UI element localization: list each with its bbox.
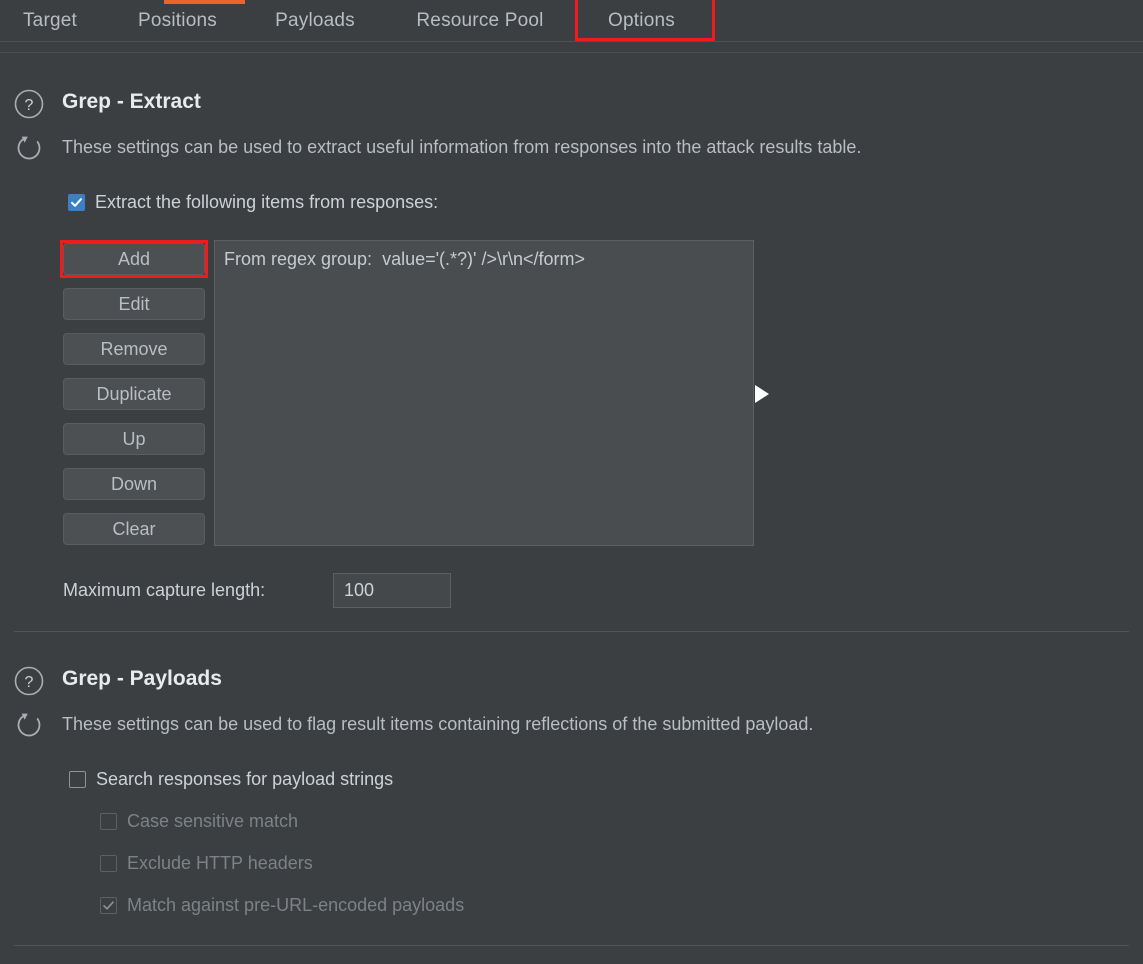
search-responses-label: Search responses for payload strings	[96, 769, 393, 790]
section-divider-bottom	[14, 945, 1129, 946]
duplicate-button[interactable]: Duplicate	[63, 378, 205, 410]
checkmark-icon	[70, 196, 83, 209]
extract-enable-checkbox-row[interactable]: Extract the following items from respons…	[68, 192, 438, 213]
tab-resource-pool[interactable]: Resource Pool	[398, 0, 562, 42]
grep-payloads-title: Grep - Payloads	[62, 667, 222, 691]
case-sensitive-checkbox[interactable]	[100, 813, 117, 830]
question-circle-icon-payloads[interactable]: ?	[12, 664, 46, 698]
burp-intruder-options-panel: Target Positions Payloads Resource Pool …	[0, 0, 1143, 964]
tab-payloads-label: Payloads	[275, 10, 355, 32]
tab-bar-underline	[0, 41, 1143, 42]
add-button-label: Add	[118, 249, 150, 270]
reset-circular-arrow-icon-extract[interactable]	[12, 131, 46, 165]
extract-enable-checkbox[interactable]	[68, 194, 85, 211]
tab-options-label: Options	[608, 10, 675, 32]
max-capture-length-label: Maximum capture length:	[63, 580, 265, 601]
up-button-label: Up	[122, 429, 145, 450]
remove-button-label: Remove	[100, 339, 167, 360]
extract-items-list[interactable]: From regex group: value='(.*?)' />\r\n</…	[214, 240, 754, 546]
tab-target-label: Target	[23, 10, 77, 32]
svg-text:?: ?	[25, 674, 34, 691]
search-responses-checkbox-row[interactable]: Search responses for payload strings	[69, 769, 393, 790]
match-pre-url-encoded-label: Match against pre-URL-encoded payloads	[127, 895, 464, 916]
grep-extract-title: Grep - Extract	[62, 90, 201, 114]
tab-payloads[interactable]: Payloads	[258, 0, 372, 42]
grep-extract-description: These settings can be used to extract us…	[62, 137, 861, 158]
tab-resource-pool-label: Resource Pool	[416, 10, 543, 32]
case-sensitive-checkbox-row[interactable]: Case sensitive match	[100, 811, 298, 832]
down-button[interactable]: Down	[63, 468, 205, 500]
edit-button[interactable]: Edit	[63, 288, 205, 320]
remove-button[interactable]: Remove	[63, 333, 205, 365]
tab-positions-label: Positions	[138, 10, 217, 32]
svg-text:?: ?	[25, 97, 34, 114]
tab-options[interactable]: Options	[584, 0, 699, 42]
tab-bar-underline-secondary	[0, 52, 1143, 53]
checkmark-icon	[102, 899, 115, 912]
up-button[interactable]: Up	[63, 423, 205, 455]
case-sensitive-label: Case sensitive match	[127, 811, 298, 832]
list-item[interactable]: From regex group: value='(.*?)' />\r\n</…	[224, 249, 585, 270]
clear-button-label: Clear	[112, 519, 155, 540]
edit-button-label: Edit	[118, 294, 149, 315]
duplicate-button-label: Duplicate	[96, 384, 171, 405]
grep-payloads-description: These settings can be used to flag resul…	[62, 714, 813, 735]
search-responses-checkbox[interactable]	[69, 771, 86, 788]
match-pre-url-encoded-checkbox-row[interactable]: Match against pre-URL-encoded payloads	[100, 895, 464, 916]
play-triangle-icon[interactable]	[755, 385, 769, 403]
exclude-http-headers-checkbox-row[interactable]: Exclude HTTP headers	[100, 853, 313, 874]
question-circle-icon-extract[interactable]: ?	[12, 87, 46, 121]
tab-positions[interactable]: Positions	[120, 0, 235, 42]
add-button[interactable]: Add	[63, 243, 205, 275]
clear-button[interactable]: Clear	[63, 513, 205, 545]
section-divider-top	[14, 631, 1129, 632]
tab-bar: Target Positions Payloads Resource Pool …	[0, 0, 1143, 42]
tab-target[interactable]: Target	[10, 0, 90, 42]
extract-enable-label: Extract the following items from respons…	[95, 192, 438, 213]
exclude-http-headers-label: Exclude HTTP headers	[127, 853, 313, 874]
exclude-http-headers-checkbox[interactable]	[100, 855, 117, 872]
down-button-label: Down	[111, 474, 157, 495]
max-capture-length-input[interactable]: 100	[333, 573, 451, 608]
match-pre-url-encoded-checkbox[interactable]	[100, 897, 117, 914]
reset-circular-arrow-icon-payloads[interactable]	[12, 708, 46, 742]
